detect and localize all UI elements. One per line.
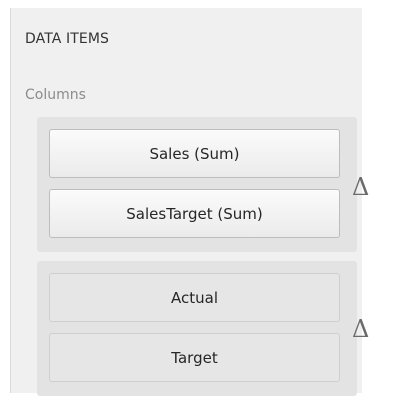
section-title: DATA ITEMS bbox=[25, 31, 110, 47]
columns-label: Columns bbox=[25, 87, 86, 103]
column-group-1: Sales (Sum) SalesTarget (Sum) Δ bbox=[37, 117, 369, 252]
data-items-panel: DATA ITEMS Columns Sales (Sum) SalesTarg… bbox=[10, 8, 369, 396]
delta-icon[interactable]: Δ bbox=[352, 173, 369, 201]
data-item-target-placeholder[interactable]: Target bbox=[49, 333, 340, 382]
column-group-2: Actual Target Δ bbox=[37, 261, 369, 396]
data-item-sales-sum[interactable]: Sales (Sum) bbox=[49, 129, 340, 178]
data-item-actual-placeholder[interactable]: Actual bbox=[49, 273, 340, 322]
data-item-salestarget-sum[interactable]: SalesTarget (Sum) bbox=[49, 189, 340, 238]
delta-icon[interactable]: Δ bbox=[352, 315, 369, 343]
